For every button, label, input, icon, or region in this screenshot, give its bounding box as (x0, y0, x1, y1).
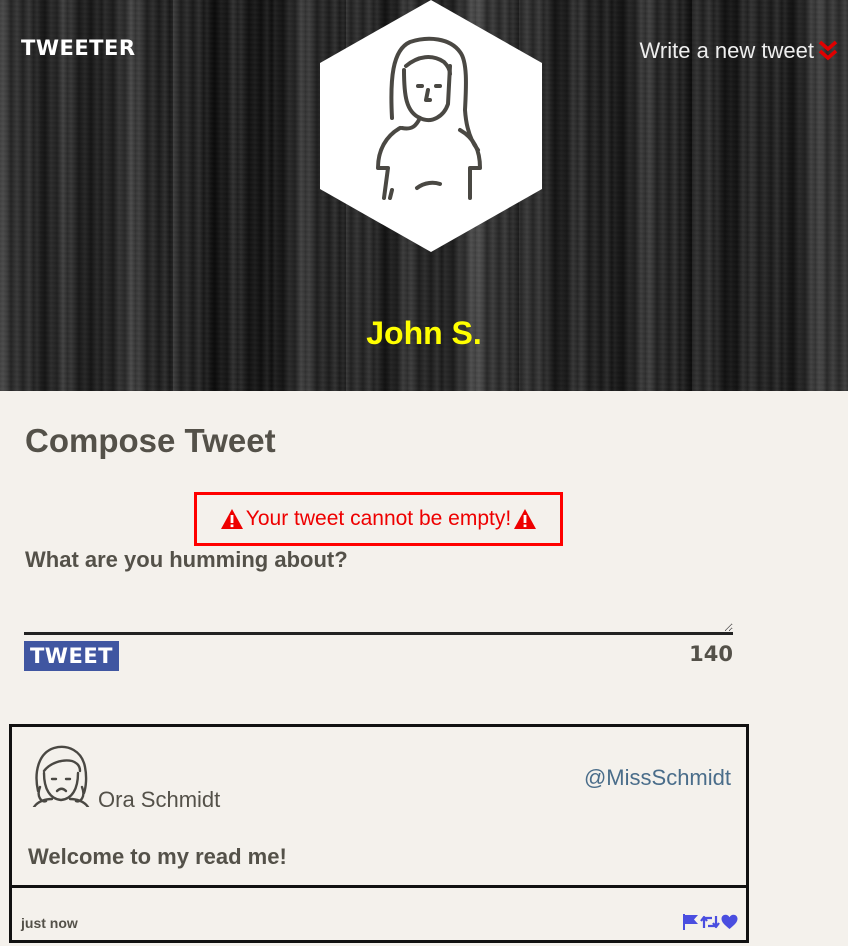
write-new-tweet-label: Write a new tweet (639, 38, 814, 63)
tweet-card: Ora Schmidt @MissSchmidt Welcome to my r… (9, 724, 749, 943)
profile-header: TWEETER Write a new tweet John S. (0, 0, 848, 391)
char-counter: 140 (689, 642, 733, 666)
tweet-body: Welcome to my read me! (28, 844, 287, 869)
tweet-author-avatar (32, 745, 90, 807)
tweet-header: Ora Schmidt @MissSchmidt (12, 727, 746, 817)
retweet-icon[interactable] (700, 914, 720, 930)
write-new-tweet-link[interactable]: Write a new tweet (640, 38, 838, 64)
profile-name: John S. (366, 315, 482, 351)
tweet-footer: just now (9, 885, 749, 943)
error-message-text: Your tweet cannot be empty! (245, 507, 512, 530)
warning-icon (514, 509, 537, 529)
warning-icon (220, 509, 243, 529)
tweet-author-name: Ora Schmidt (98, 787, 221, 812)
flag-icon[interactable] (682, 914, 699, 930)
tweet-actions (682, 914, 738, 930)
profile-avatar (320, 0, 542, 252)
compose-title: Compose Tweet (25, 422, 276, 459)
tweet-text-input[interactable] (24, 578, 733, 635)
heart-icon[interactable] (721, 914, 738, 930)
tweet-author-handle[interactable]: @MissSchmidt (584, 765, 731, 791)
tweet-button[interactable]: TWEET (24, 641, 119, 671)
brand-logo[interactable]: TWEETER (21, 36, 136, 60)
double-chevron-down-icon (818, 40, 838, 61)
tweet-prompt-label: What are you humming about? (25, 547, 348, 572)
tweet-timestamp: just now (21, 915, 78, 931)
error-message: Your tweet cannot be empty! (194, 492, 563, 546)
